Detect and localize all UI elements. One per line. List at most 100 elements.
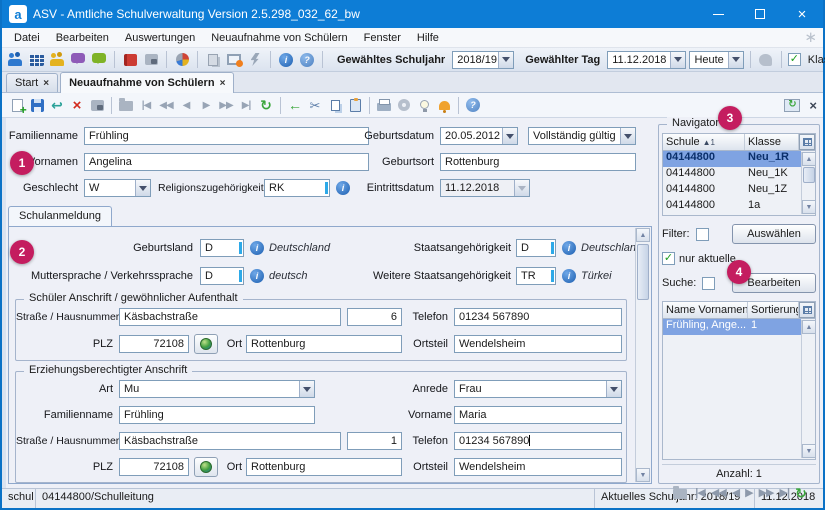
copy-icon[interactable] (326, 97, 344, 114)
anrede-select[interactable]: Frau (454, 380, 622, 398)
nur-aktuelle-checkbox[interactable] (662, 252, 675, 265)
close-tab-icon[interactable]: × (220, 78, 226, 89)
register-icon[interactable] (142, 51, 160, 68)
close-tab-icon[interactable]: × (43, 78, 49, 89)
students-icon[interactable] (6, 51, 24, 68)
chevron-down-icon[interactable] (620, 128, 635, 144)
table-row[interactable]: Frühling, Ange...1 (663, 319, 801, 335)
eb-familienname-input[interactable]: Frühling (119, 406, 315, 424)
menu-item-4[interactable]: Fenster (356, 30, 409, 46)
form-scrollbar[interactable]: ▲ ▼ (635, 228, 650, 482)
info-icon[interactable]: i (277, 51, 295, 68)
eb-hausnummer-input[interactable]: 1 (347, 432, 402, 450)
new-window-icon[interactable] (225, 51, 243, 68)
prev-record-icon[interactable]: ◀ (177, 97, 195, 114)
prev-record-icon[interactable]: ◀ (732, 486, 739, 499)
report-book-icon[interactable] (121, 51, 139, 68)
eb-ort-input[interactable]: Rottenburg (246, 458, 402, 476)
chevron-down-icon[interactable] (502, 128, 517, 144)
ortsteil-input[interactable]: Wendelsheim (454, 335, 622, 353)
suche-checkbox[interactable] (702, 277, 715, 290)
religion-input[interactable]: RK (264, 179, 330, 197)
column-config-button[interactable] (799, 302, 815, 318)
reload-view-icon[interactable]: ↻ (783, 97, 801, 114)
refresh-icon[interactable]: ↻ (795, 486, 807, 500)
hausnummer-input[interactable]: 6 (347, 308, 402, 326)
familienname-input[interactable]: Frühling (84, 127, 369, 145)
tab-start[interactable]: Start × (6, 73, 58, 92)
notification-bell-icon[interactable] (435, 97, 453, 114)
table-scrollbar[interactable]: ▲ ▼ (801, 152, 815, 214)
chevron-down-icon[interactable] (299, 381, 314, 397)
eb-plz-input[interactable]: 72108 (119, 458, 189, 476)
save-icon[interactable] (28, 97, 46, 114)
info-icon[interactable]: i (250, 269, 264, 283)
geburtsdatum-status-select[interactable]: Vollständig gültig (528, 127, 636, 145)
fast-prev-record-icon[interactable]: ◀◀ (157, 97, 175, 114)
scroll-up-icon[interactable]: ▲ (802, 320, 816, 334)
print-icon[interactable] (375, 97, 393, 114)
filter-checkbox[interactable] (696, 228, 709, 241)
statistics-pie-icon[interactable] (173, 51, 191, 68)
delete-icon[interactable]: × (68, 97, 86, 114)
ort-input[interactable]: Rottenburg (246, 335, 402, 353)
menu-item-0[interactable]: Datei (6, 30, 48, 46)
menu-item-2[interactable]: Auswertungen (117, 30, 203, 46)
teachers-icon[interactable] (48, 51, 66, 68)
plz-input[interactable]: 72108 (119, 335, 189, 353)
scroll-down-icon[interactable]: ▼ (636, 468, 650, 482)
hint-bulb-icon[interactable] (415, 97, 433, 114)
vorname-input[interactable]: Maria (454, 406, 622, 424)
fast-prev-record-icon[interactable]: ◀◀ (711, 486, 726, 499)
tab-neuaufnahme[interactable]: Neuaufnahme von Schülern × (60, 72, 234, 93)
scroll-up-icon[interactable]: ▲ (802, 152, 816, 166)
eb-strasse-input[interactable]: Käsbachstraße (119, 432, 341, 450)
info-icon[interactable]: i (250, 241, 264, 255)
eb-plz-lookup-button[interactable] (194, 457, 218, 477)
eb-telefon-input[interactable]: 01234 567890 (454, 432, 622, 450)
schuljahr-select[interactable]: 2018/19 (452, 51, 514, 69)
tab-schulanmeldung[interactable]: Schulanmeldung (8, 206, 112, 227)
scrollbar-thumb[interactable] (637, 244, 649, 300)
klasse-beibehalten-checkbox[interactable] (788, 53, 801, 66)
geburtsland-input[interactable]: D (200, 239, 244, 257)
next-record-icon[interactable]: ▶ (745, 486, 752, 499)
menu-item-3[interactable]: Neuaufnahme von Schülern (203, 30, 355, 46)
tag-select[interactable]: 11.12.2018 (607, 51, 686, 69)
back-icon[interactable]: ← (286, 97, 304, 114)
column-header-klasse[interactable]: Klasse (745, 134, 799, 150)
info-icon[interactable]: i (562, 241, 576, 255)
staatsang-input[interactable]: D (516, 239, 556, 257)
column-config-button[interactable] (799, 134, 815, 150)
art-select[interactable]: Mu (119, 380, 315, 398)
chevron-down-icon[interactable] (670, 52, 685, 68)
eb-ortsteil-input[interactable]: Wendelsheim (454, 458, 622, 476)
column-header-sortierung[interactable]: Sortierung▲ (748, 302, 799, 318)
context-help-icon[interactable]: ? (464, 97, 482, 114)
telefon-input[interactable]: 01234 567890 (454, 308, 622, 326)
class-table-icon[interactable] (27, 51, 45, 68)
chevron-down-icon[interactable] (728, 52, 743, 68)
vornamen-input[interactable]: Angelina (84, 153, 369, 171)
column-header-name[interactable]: Name Vornamen (663, 302, 748, 318)
messages-icon[interactable] (69, 51, 87, 68)
weitere-staatsang-input[interactable]: TR (516, 267, 556, 285)
table-row[interactable]: 041448001a (663, 199, 801, 215)
close-button[interactable]: × (781, 0, 823, 28)
first-record-icon[interactable]: |◀ (695, 486, 705, 499)
cut-icon[interactable]: ✂ (306, 97, 324, 114)
undo-icon[interactable]: ↩ (48, 97, 66, 114)
scrollbar-thumb[interactable] (803, 167, 815, 183)
menu-item-5[interactable]: Hilfe (409, 30, 447, 46)
help-icon[interactable]: ? (298, 51, 316, 68)
table-row[interactable]: 04144800Neu_1Z (663, 183, 801, 199)
auswaehlen-button[interactable]: Auswählen (732, 224, 816, 244)
table-row[interactable]: 04144800Neu_1K (663, 167, 801, 183)
table-scrollbar[interactable]: ▲ ▼ (801, 320, 815, 458)
scroll-down-icon[interactable]: ▼ (802, 444, 816, 458)
maximize-button[interactable] (739, 0, 781, 28)
next-record-icon[interactable]: ▶ (197, 97, 215, 114)
strasse-input[interactable]: Käsbachstraße (119, 308, 341, 326)
minimize-button[interactable] (697, 0, 739, 28)
new-record-icon[interactable] (8, 97, 26, 114)
